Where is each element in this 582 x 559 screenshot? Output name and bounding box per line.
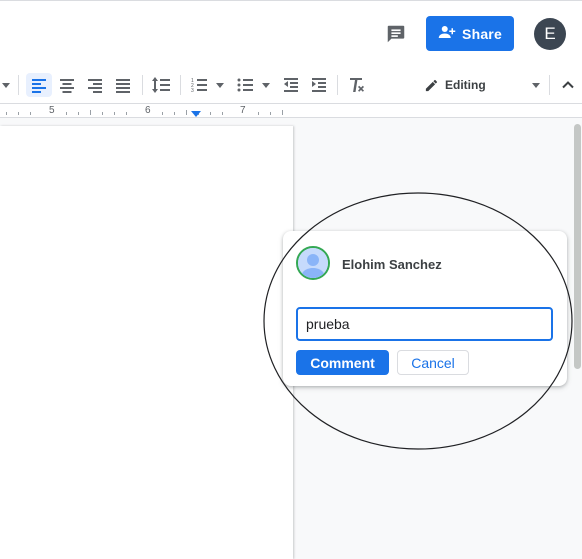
numbered-list-dropdown-icon[interactable] [214,73,226,97]
ruler-tick [210,112,211,115]
comment-submit-button[interactable]: Comment [296,350,389,375]
toolbar-divider [180,75,181,95]
comment-card: Elohim Sanchez Comment Cancel [283,231,567,386]
top-bar: Share E [0,0,582,66]
ruler-tick [90,110,91,115]
formatting-toolbar: 123 Editing [0,66,582,104]
ruler-tick [174,112,175,115]
line-spacing-icon[interactable] [148,73,174,97]
editing-mode-selector[interactable]: Editing [420,73,530,97]
ruler-tick [66,112,67,115]
toolbar-divider [18,75,19,95]
ruler-tick [258,112,259,115]
vertical-scrollbar[interactable] [574,124,581,369]
commenter-avatar [296,246,330,280]
right-indent-marker[interactable] [191,111,201,117]
toolbar-divider [337,75,338,95]
add-person-icon [438,23,456,44]
ruler-label: 5 [49,105,55,116]
share-button-label: Share [462,25,502,42]
chevron-up-icon[interactable] [556,73,580,97]
align-right-icon[interactable] [82,73,108,97]
ruler-tick [270,112,271,115]
ruler-tick [78,112,79,115]
ruler-label: 7 [240,105,246,116]
ruler-tick [18,112,19,115]
comment-cancel-button[interactable]: Cancel [397,350,469,375]
numbered-list-icon[interactable]: 123 [186,73,212,97]
comment-cancel-label: Cancel [411,354,455,371]
svg-text:3: 3 [191,88,194,94]
ruler-tick [162,112,163,115]
editing-mode-dropdown-icon[interactable] [530,73,542,97]
ruler-tick [282,110,283,115]
account-avatar[interactable]: E [534,18,566,50]
ruler-tick [222,112,223,115]
editing-mode-label: Editing [445,78,486,92]
ruler: 5 6 7 [0,104,582,118]
ruler-tick [114,112,115,115]
increase-indent-icon[interactable] [306,73,332,97]
account-initial: E [544,24,556,43]
ruler-tick [186,110,187,115]
comment-history-icon[interactable] [383,21,409,47]
dropdown-arrow-icon[interactable] [0,73,12,97]
bulleted-list-icon[interactable] [232,73,258,97]
share-button[interactable]: Share [426,16,514,51]
toolbar-divider [142,75,143,95]
bulleted-list-dropdown-icon[interactable] [260,73,272,97]
ruler-tick [126,112,127,115]
document-page[interactable] [0,126,293,559]
commenter-name: Elohim Sanchez [342,257,442,272]
align-left-icon[interactable] [26,73,52,97]
ruler-tick [30,112,31,115]
comment-input[interactable] [296,307,553,341]
ruler-tick [6,112,7,115]
user-placeholder-icon [298,248,328,278]
ruler-label: 6 [145,105,151,116]
decrease-indent-icon[interactable] [278,73,304,97]
toolbar-divider [549,75,550,95]
align-justify-icon[interactable] [110,73,136,97]
ruler-tick [102,112,103,115]
align-center-icon[interactable] [54,73,80,97]
pencil-icon [424,78,439,93]
comment-submit-label: Comment [310,354,375,371]
clear-formatting-icon[interactable] [343,73,369,97]
